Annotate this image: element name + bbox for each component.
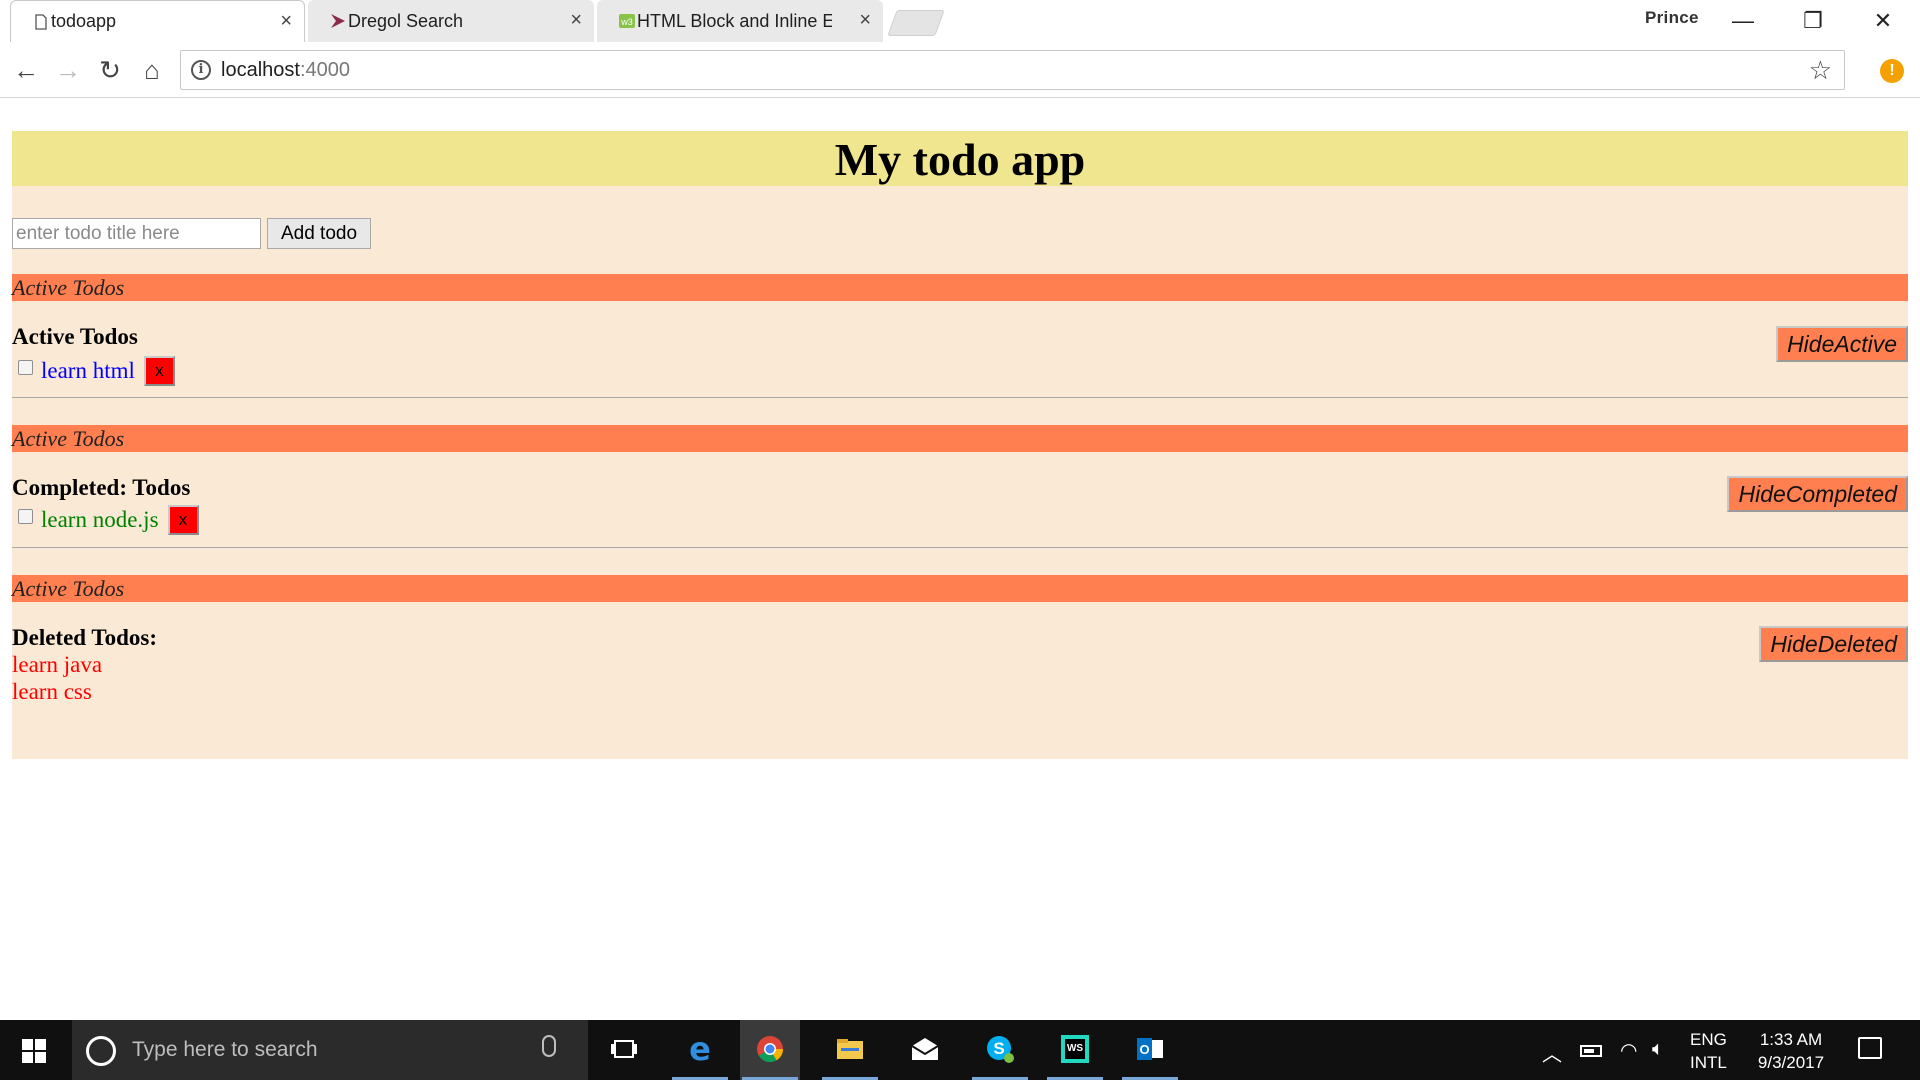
page-title: My todo app <box>12 131 1908 186</box>
windows-start-icon[interactable] <box>14 1036 56 1066</box>
edge-icon[interactable]: e <box>670 1020 730 1080</box>
keyboard-layout: INTL <box>1690 1053 1727 1072</box>
todo-item: learn html x <box>18 356 175 386</box>
webstorm-icon[interactable]: WS <box>1045 1020 1105 1080</box>
delete-todo-button[interactable]: x <box>167 505 199 535</box>
tab-title: HTML Block and Inline El <box>637 10 832 31</box>
clock-time: 1:33 AM <box>1759 1030 1823 1049</box>
close-tab-icon[interactable]: × <box>570 10 582 30</box>
deleted-todos-title: Deleted Todos: <box>12 625 158 650</box>
home-icon[interactable]: ⌂ <box>136 54 168 86</box>
taskbar-search-box[interactable]: Type here to search <box>72 1020 588 1080</box>
section-bar: Active Todos <box>12 274 1908 301</box>
forward-arrow-icon[interactable]: → <box>52 54 84 86</box>
browser-tab-bar: todoapp × Dregol Search × w3 HTML Block … <box>0 0 1920 42</box>
todo-title-input[interactable] <box>12 218 261 249</box>
todo-checkbox[interactable] <box>18 508 33 524</box>
deleted-todo-item: learn java <box>12 652 103 677</box>
bookmark-star-icon[interactable]: ☆ <box>1809 55 1832 86</box>
svg-text:w3: w3 <box>620 17 633 27</box>
skype-icon[interactable]: S <box>970 1020 1030 1080</box>
restore-icon[interactable]: ❐ <box>1793 6 1833 36</box>
section-bar: Active Todos <box>12 575 1908 602</box>
svg-text:O: O <box>1139 1042 1149 1057</box>
action-center-icon[interactable] <box>1858 1037 1882 1059</box>
active-todos-title: Active Todos <box>12 324 138 349</box>
svg-text:WS: WS <box>1067 1043 1083 1054</box>
completed-todos-title: Completed: Todos <box>12 475 191 500</box>
svg-text:e: e <box>689 1034 711 1064</box>
section-bar: Active Todos <box>12 425 1908 452</box>
outlook-icon[interactable]: O <box>1120 1020 1180 1080</box>
svg-text:S: S <box>993 1039 1004 1058</box>
hide-completed-button[interactable]: HideCompleted <box>1727 476 1908 512</box>
url-port: :4000 <box>299 59 350 81</box>
minimize-icon[interactable]: — <box>1723 6 1763 36</box>
close-tab-icon[interactable]: × <box>859 10 871 30</box>
chrome-icon[interactable] <box>740 1020 800 1080</box>
clock-date: 9/3/2017 <box>1757 1053 1825 1072</box>
file-explorer-icon[interactable] <box>820 1020 880 1080</box>
site-info-icon[interactable]: i <box>191 60 211 80</box>
profile-name[interactable]: Prince <box>1645 8 1699 28</box>
volume-icon[interactable]: 🔈︎ <box>1652 1038 1664 1061</box>
language-code: ENG <box>1690 1030 1727 1049</box>
cortana-icon <box>86 1036 116 1066</box>
new-tab-button[interactable] <box>887 10 945 36</box>
hide-active-button[interactable]: HideActive <box>1776 326 1908 362</box>
add-todo-button[interactable]: Add todo <box>267 218 371 249</box>
battery-icon[interactable] <box>1580 1045 1602 1057</box>
mail-icon[interactable] <box>895 1020 955 1080</box>
url-text[interactable]: localhost:4000 <box>221 59 350 82</box>
delete-todo-button[interactable]: x <box>143 356 175 386</box>
close-tab-icon[interactable]: × <box>280 11 292 31</box>
address-bar[interactable]: i localhost:4000 ☆ <box>180 50 1845 90</box>
browser-toolbar: ← → ↻ ⌂ i localhost:4000 ☆ ! <box>0 42 1920 98</box>
task-view-icon[interactable] <box>594 1020 654 1080</box>
wifi-icon[interactable]: ◠ <box>1620 1038 1637 1063</box>
todo-checkbox[interactable] <box>18 359 33 375</box>
url-host: localhost <box>221 59 300 81</box>
tab-dregol-search[interactable]: Dregol Search × <box>308 0 594 42</box>
divider <box>12 547 1908 548</box>
close-window-icon[interactable]: ✕ <box>1863 6 1903 36</box>
divider <box>12 397 1908 398</box>
document-icon <box>35 14 47 30</box>
search-placeholder: Type here to search <box>132 1038 318 1061</box>
show-hidden-icons-icon[interactable]: ︿ <box>1542 1038 1562 1067</box>
todo-item: learn node.js x <box>18 505 199 535</box>
taskbar: Type here to search e S WS O ︿ ◠ � <box>0 1020 1920 1080</box>
back-arrow-icon[interactable]: ← <box>10 54 42 86</box>
clock[interactable]: 1:33 AM 9/3/2017 <box>1746 1028 1836 1074</box>
dregol-logo-icon <box>331 14 345 28</box>
deleted-todo-item: learn css <box>12 679 92 704</box>
todo-link[interactable]: learn html <box>41 358 135 384</box>
tab-title: todoapp <box>51 11 117 31</box>
tab-html-block-inline[interactable]: w3 HTML Block and Inline El × <box>597 0 883 42</box>
input-language[interactable]: ENG INTL <box>1690 1028 1727 1074</box>
w3schools-icon: w3 <box>619 14 635 28</box>
extension-alert-icon[interactable]: ! <box>1880 59 1904 83</box>
todo-link[interactable]: learn node.js <box>41 507 159 533</box>
hide-deleted-button[interactable]: HideDeleted <box>1759 626 1908 662</box>
tab-todoapp[interactable]: todoapp × <box>10 0 305 42</box>
microphone-icon[interactable] <box>542 1035 556 1057</box>
reload-icon[interactable]: ↻ <box>94 54 126 86</box>
todo-app: My todo app Add todo Active Todos Active… <box>12 131 1908 759</box>
tab-title: Dregol Search <box>348 10 464 31</box>
